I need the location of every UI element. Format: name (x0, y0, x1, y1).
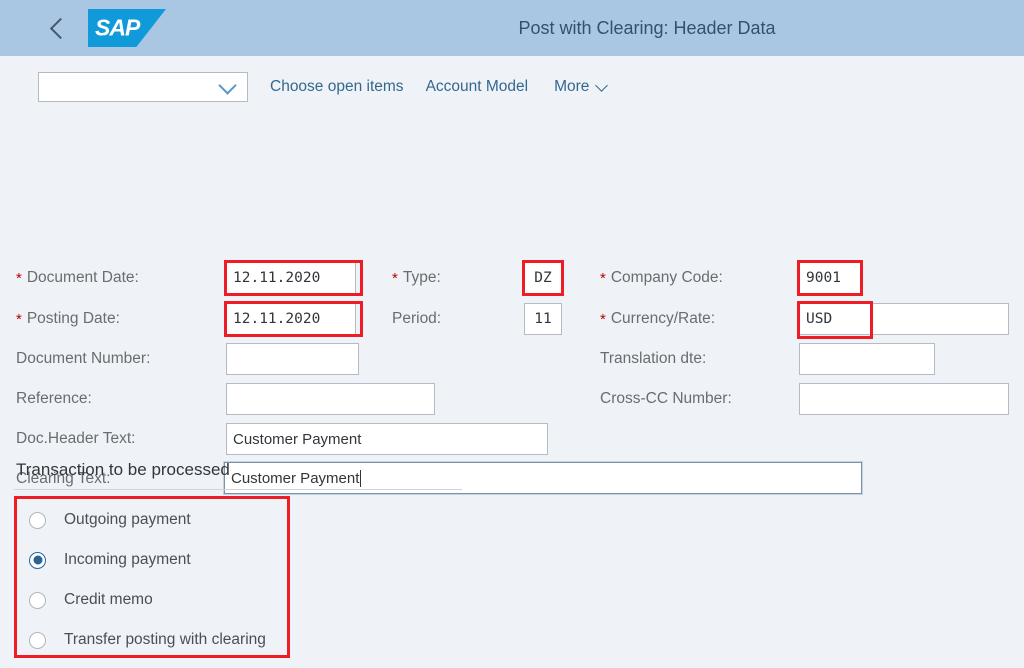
radio-label: Credit memo (64, 591, 153, 608)
radio-icon-selected (29, 551, 46, 569)
label-text: Currency/Rate: (610, 310, 716, 327)
period-value: 11 (534, 311, 552, 327)
label-text: Period: (392, 310, 442, 327)
required-marker: * (600, 269, 606, 287)
clearing-text-value: Customer Payment (231, 469, 360, 487)
choose-open-items-link[interactable]: Choose open items (270, 78, 404, 96)
cross-cc-number-label: Cross-CC Number: (600, 390, 732, 408)
type-input[interactable]: DZ (524, 262, 562, 294)
radio-label: Incoming payment (64, 551, 191, 568)
radio-icon (29, 631, 46, 649)
text-cursor (360, 469, 362, 487)
sap-logo-text: SAP (95, 14, 140, 41)
more-menu-button[interactable]: More (554, 78, 609, 96)
label-text: Posting Date: (26, 310, 120, 327)
radio-label: Outgoing payment (64, 511, 191, 528)
action-toolbar: Choose open items Account Model More (0, 56, 1024, 118)
reference-label: Reference: (16, 390, 92, 408)
translation-date-label: Translation dte: (600, 350, 706, 368)
currency-value: USD (806, 311, 833, 327)
header-data-form: * Document Date: * Posting Date: Documen… (0, 118, 1024, 495)
doc-header-text-input[interactable]: Customer Payment (226, 423, 548, 455)
posting-date-label: * Posting Date: (16, 310, 120, 328)
document-number-input[interactable] (226, 343, 359, 375)
label-text: Reference: (16, 390, 92, 407)
chevron-down-icon (595, 78, 609, 92)
document-number-label: Document Number: (16, 350, 150, 368)
chevron-down-icon (218, 75, 237, 95)
sap-logo[interactable]: SAP (88, 9, 166, 47)
document-date-value: 12.11.2020 (233, 270, 321, 286)
radio-incoming-payment[interactable]: Incoming payment (29, 551, 191, 569)
radio-icon (29, 511, 46, 529)
back-chevron-icon (49, 17, 72, 39)
label-text: Cross-CC Number: (600, 390, 732, 407)
radio-credit-memo[interactable]: Credit memo (29, 591, 153, 609)
more-menu-label: More (554, 78, 590, 95)
section-divider (14, 489, 462, 490)
posting-date-input[interactable]: 12.11.2020 (226, 303, 356, 335)
period-label: Period: (392, 310, 441, 328)
document-date-input[interactable]: 12.11.2020 (226, 262, 356, 294)
page-title-text: Post with Clearing: Header Data (518, 17, 776, 38)
translation-date-input[interactable] (799, 343, 935, 375)
shell-header: SAP Post with Clearing: Header Data (0, 0, 1024, 56)
company-code-label: * Company Code: (600, 269, 723, 287)
exchange-rate-input[interactable] (871, 303, 1009, 335)
period-input[interactable]: 11 (524, 303, 562, 335)
doc-header-text-label: Doc.Header Text: (16, 430, 135, 448)
doc-header-text-value: Customer Payment (233, 430, 362, 448)
label-text: Type: (402, 269, 441, 286)
radio-outgoing-payment[interactable]: Outgoing payment (29, 511, 191, 529)
reference-input[interactable] (226, 383, 435, 415)
radio-icon (29, 591, 46, 609)
required-marker: * (16, 310, 22, 328)
required-marker: * (16, 269, 22, 287)
label-text: Doc.Header Text: (16, 430, 136, 447)
document-date-label: * Document Date: (16, 269, 139, 287)
required-marker: * (392, 269, 398, 287)
radio-transfer-posting-with-clearing[interactable]: Transfer posting with clearing (29, 631, 266, 649)
label-text: Document Date: (26, 269, 139, 286)
company-code-input[interactable]: 9001 (799, 262, 861, 294)
label-text: Document Number: (16, 350, 151, 367)
type-value: DZ (534, 270, 552, 286)
posting-date-value: 12.11.2020 (233, 311, 321, 327)
label-text: Translation dte: (600, 350, 707, 367)
type-label: * Type: (392, 269, 441, 287)
transaction-section-title: Transaction to be processed (16, 460, 230, 479)
account-model-link[interactable]: Account Model (426, 78, 529, 96)
required-marker: * (600, 310, 606, 328)
radio-label: Transfer posting with clearing (64, 631, 266, 648)
cross-cc-number-input[interactable] (799, 383, 1009, 415)
currency-rate-label: * Currency/Rate: (600, 310, 715, 328)
variant-select[interactable] (38, 72, 248, 102)
currency-input[interactable]: USD (799, 303, 871, 335)
label-text: Company Code: (610, 269, 723, 286)
back-button[interactable] (38, 8, 78, 48)
company-code-value: 9001 (806, 270, 841, 286)
